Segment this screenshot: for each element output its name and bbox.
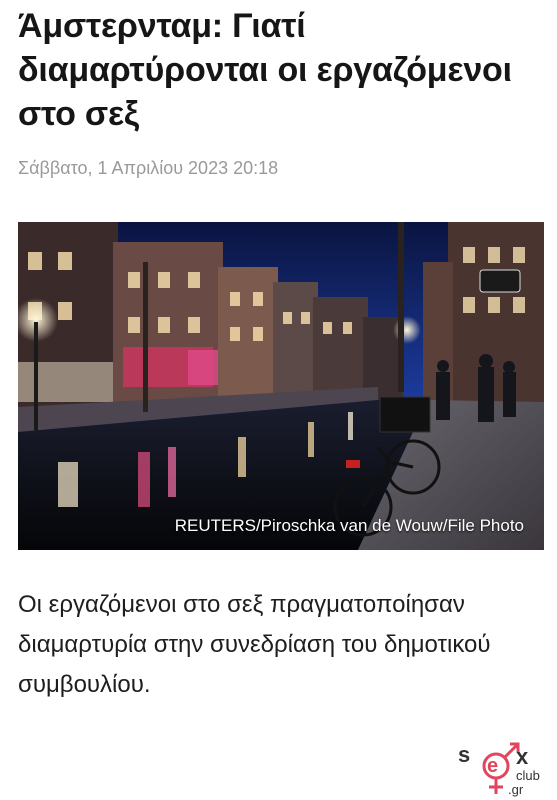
amsterdam-canal-night-image: [18, 222, 544, 550]
article-date: Σάββατο, 1 Απριλίου 2023 20:18: [18, 158, 279, 178]
photo-credit: REUTERS/Piroschka van de Wouw/File Photo: [174, 516, 524, 535]
svg-text:club: club: [516, 768, 540, 783]
article-photo: REUTERS/Piroschka van de Wouw/File Photo: [18, 222, 544, 550]
svg-text:x: x: [516, 744, 529, 769]
svg-text:s: s: [458, 742, 470, 767]
article-title: Άμστερνταμ: Γιατί διαμαρτύρονται οι εργα…: [18, 7, 512, 133]
svg-text:e: e: [487, 755, 498, 777]
sexclub-logo[interactable]: s e x club .gr: [456, 724, 552, 798]
article-lead: Οι εργαζόμενοι στο σεξ πραγματοποίησαν δ…: [18, 591, 491, 698]
svg-text:.gr: .gr: [508, 782, 524, 797]
